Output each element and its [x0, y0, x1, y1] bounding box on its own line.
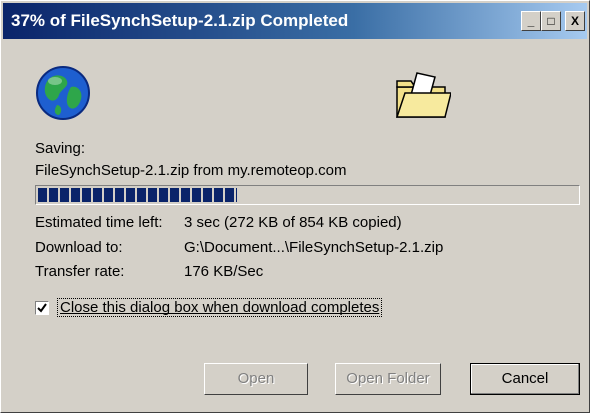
progress-bar [35, 185, 580, 205]
minimize-icon: _ [527, 14, 535, 28]
download-to-value: G:\Document...\FileSynchSetup-2.1.zip [184, 239, 444, 256]
open-folder-button[interactable]: Open Folder [335, 363, 441, 395]
transfer-rate-value: 176 KB/Sec [184, 263, 264, 280]
saving-label: Saving: [35, 140, 86, 157]
close-when-done-label[interactable]: Close this dialog box when download comp… [57, 298, 383, 317]
globe-icon [36, 66, 90, 120]
close-icon: X [570, 14, 579, 28]
checkmark-icon [37, 303, 47, 313]
close-when-done-checkbox[interactable] [35, 301, 49, 315]
time-left-label: Estimated time left: [35, 214, 163, 231]
open-button[interactable]: Open [204, 363, 308, 395]
time-left-value: 3 sec (272 KB of 854 KB copied) [184, 214, 402, 231]
download-to-label: Download to: [35, 239, 123, 256]
maximize-button[interactable]: □ [541, 11, 561, 31]
transfer-rate-label: Transfer rate: [35, 263, 125, 280]
cancel-button[interactable]: Cancel [470, 363, 580, 395]
close-button[interactable]: X [565, 11, 585, 31]
minimize-button[interactable]: _ [521, 11, 541, 31]
window-title: 37% of FileSynchSetup-2.1.zip Completed [11, 11, 349, 30]
download-dialog: 37% of FileSynchSetup-2.1.zip Completed … [0, 0, 590, 413]
file-source: FileSynchSetup-2.1.zip from my.remoteop.… [35, 162, 347, 179]
progress-fill [38, 188, 237, 202]
folder-icon [395, 72, 451, 118]
maximize-icon: □ [547, 14, 555, 28]
title-bar[interactable]: 37% of FileSynchSetup-2.1.zip Completed … [3, 3, 587, 39]
